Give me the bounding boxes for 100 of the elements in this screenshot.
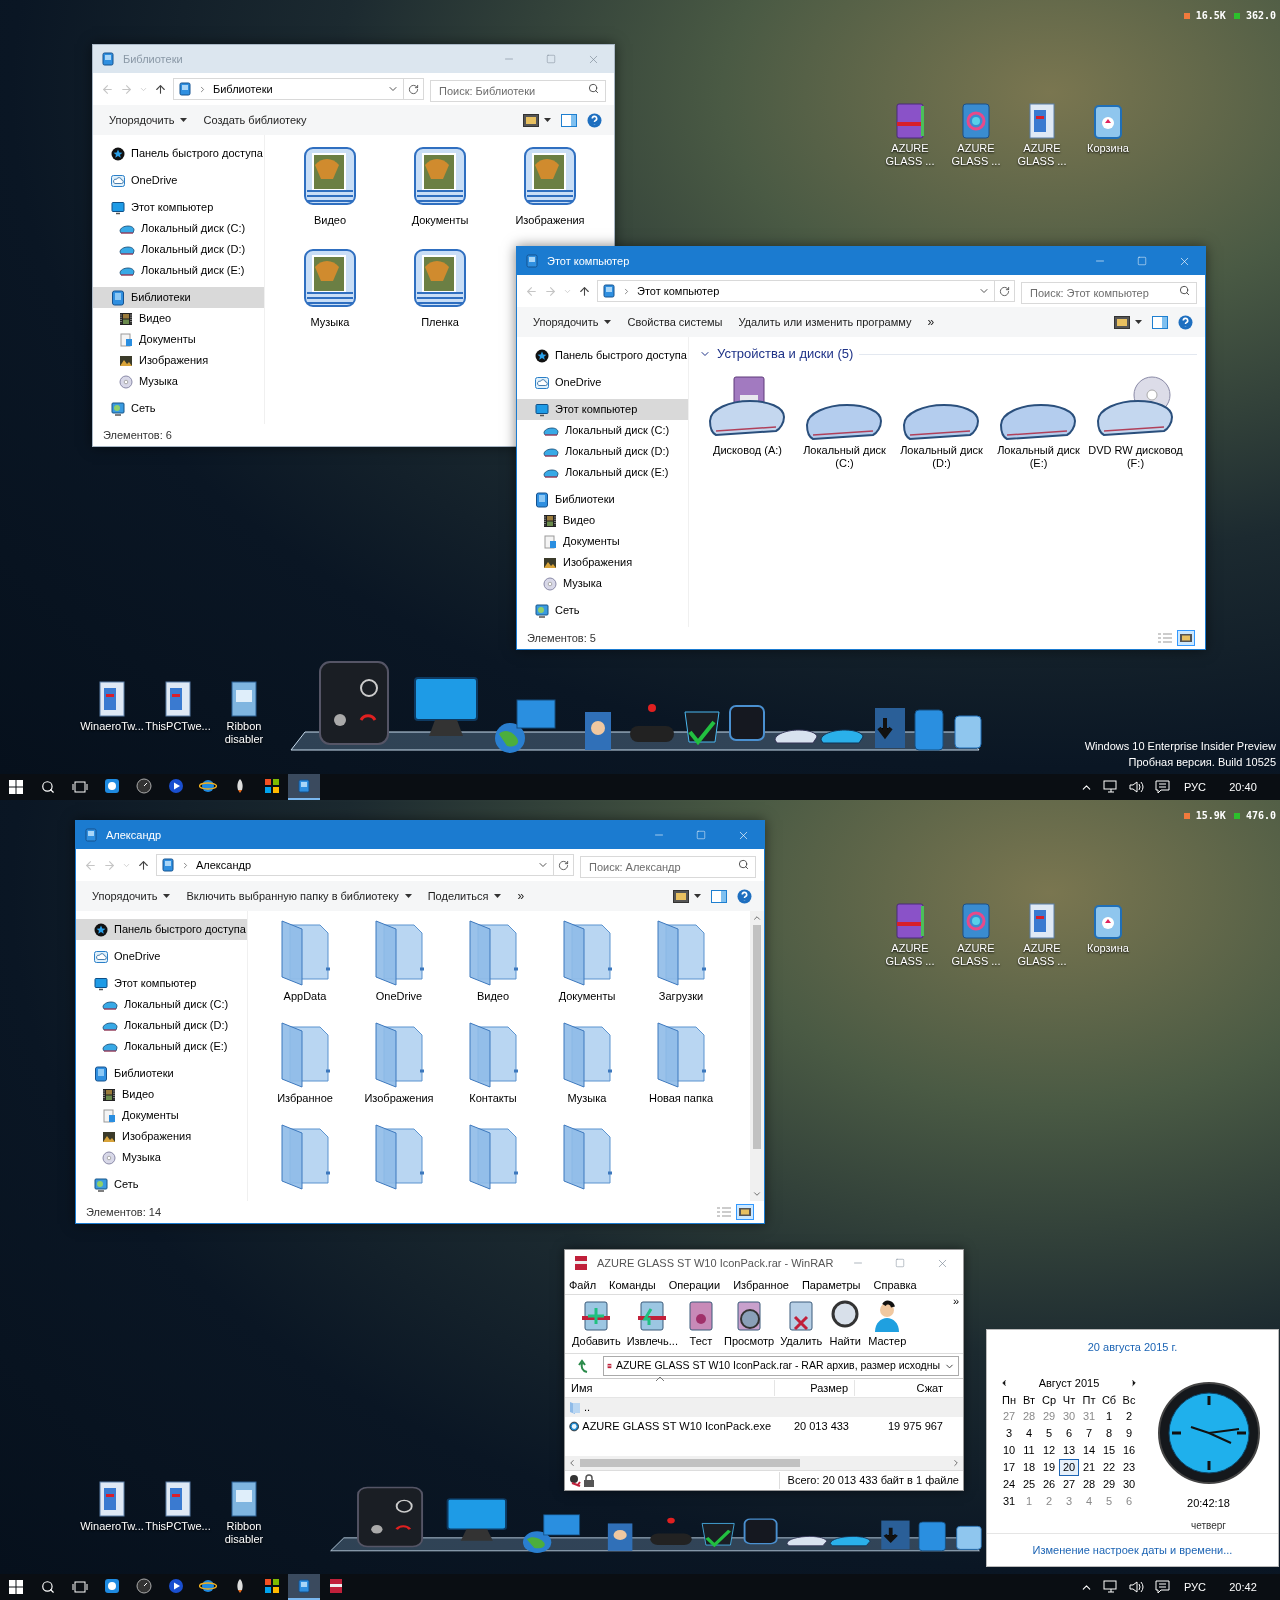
- calendar-day[interactable]: 3: [1059, 1493, 1079, 1511]
- file-item[interactable]: AppData: [258, 917, 352, 1019]
- calendar-day[interactable]: 23: [1119, 1459, 1139, 1477]
- calendar-day[interactable]: 17: [999, 1459, 1019, 1477]
- date-link[interactable]: 20 августа 2015 г.: [1087, 1339, 1178, 1356]
- input-language-button[interactable]: РУС: [1179, 1578, 1210, 1596]
- nav-item[interactable]: Локальный диск (D:): [93, 239, 264, 260]
- command-button[interactable]: Удалить или изменить программу: [730, 311, 920, 333]
- file-item[interactable]: Новая папка: [634, 1019, 728, 1121]
- file-item[interactable]: Изображения: [352, 1019, 446, 1121]
- nav-item[interactable]: Видео: [517, 510, 688, 531]
- nav-item[interactable]: Локальный диск (E:): [517, 462, 688, 483]
- calendar-day[interactable]: 24: [999, 1476, 1019, 1494]
- calendar-day[interactable]: 4: [1019, 1425, 1039, 1443]
- volume-button[interactable]: [1128, 780, 1145, 794]
- calendar-day[interactable]: 5: [1039, 1425, 1059, 1443]
- large-icons-view-button[interactable]: [1177, 630, 1195, 646]
- nav-item[interactable]: Библиотеки: [93, 287, 264, 308]
- desktop-shortcut[interactable]: ThisPCTwe...: [146, 680, 210, 746]
- calendar-day[interactable]: 25: [1019, 1476, 1039, 1494]
- nav-item[interactable]: Локальный диск (C:): [93, 218, 264, 239]
- desktop-shortcut[interactable]: WinaeroTw...: [80, 680, 144, 746]
- menu-item[interactable]: Команды: [609, 1276, 656, 1294]
- taskbar-app[interactable]: [288, 1574, 320, 1600]
- calendar-day[interactable]: 14: [1079, 1442, 1099, 1460]
- calendar-day[interactable]: 6: [1119, 1493, 1139, 1511]
- toolbar-button[interactable]: Добавить: [569, 1295, 624, 1353]
- nav-item[interactable]: Документы: [76, 1105, 247, 1126]
- nav-item[interactable]: Локальный диск (C:): [76, 994, 247, 1015]
- column-header[interactable]: Имя: [565, 1379, 775, 1397]
- nav-item[interactable]: Сеть: [93, 398, 264, 419]
- nav-item[interactable]: Панель быстрого доступа: [517, 345, 688, 366]
- nav-item[interactable]: OneDrive: [76, 946, 247, 967]
- more-button[interactable]: »: [509, 887, 533, 905]
- file-item[interactable]: Музыка: [540, 1019, 634, 1121]
- calendar-day[interactable]: 15: [1099, 1442, 1119, 1460]
- preview-pane-button[interactable]: [1152, 315, 1168, 329]
- nav-item[interactable]: Локальный диск (C:): [517, 420, 688, 441]
- notifications-button[interactable]: [1154, 1580, 1170, 1594]
- nav-item[interactable]: Локальный диск (E:): [76, 1036, 247, 1057]
- nav-item[interactable]: Музыка: [93, 371, 264, 392]
- calendar-day[interactable]: 19: [1039, 1459, 1059, 1477]
- nav-item[interactable]: Библиотеки: [76, 1063, 247, 1084]
- calendar-day[interactable]: 9: [1119, 1425, 1139, 1443]
- vertical-scrollbar[interactable]: [750, 911, 764, 1201]
- calendar-day[interactable]: 20: [1059, 1459, 1079, 1477]
- toolbar-button[interactable]: Мастер: [865, 1295, 910, 1353]
- calendar-day[interactable]: 18: [1019, 1459, 1039, 1477]
- desktop-shortcut[interactable]: ThisPCTwe...: [146, 1480, 210, 1546]
- change-view-button[interactable]: [1114, 315, 1142, 329]
- calendar-day[interactable]: 11: [1019, 1442, 1039, 1460]
- nav-item[interactable]: Локальный диск (D:): [517, 441, 688, 462]
- command-button[interactable]: Свойства системы: [619, 311, 731, 333]
- calendar-day[interactable]: 3: [999, 1425, 1019, 1443]
- menu-item[interactable]: Избранное: [733, 1276, 789, 1294]
- calendar-day[interactable]: 16: [1119, 1442, 1139, 1460]
- nav-item[interactable]: Изображения: [93, 350, 264, 371]
- command-button[interactable]: Упорядочить: [84, 885, 179, 907]
- file-item[interactable]: Документы: [540, 917, 634, 1019]
- menu-item[interactable]: Параметры: [801, 1276, 861, 1294]
- clock-button[interactable]: 20:40: [1220, 778, 1266, 796]
- desktop-shortcut[interactable]: AZURE GLASS ...: [1010, 902, 1074, 968]
- file-item[interactable]: Локальный диск (D:): [893, 371, 990, 473]
- clock-button[interactable]: 20:42: [1220, 1578, 1266, 1596]
- command-button[interactable]: Упорядочить: [101, 109, 196, 131]
- file-item[interactable]: Избранное: [258, 1019, 352, 1121]
- command-button[interactable]: Поделиться: [419, 885, 510, 907]
- file-item[interactable]: Изображения: [495, 141, 605, 243]
- calendar-day[interactable]: 5: [1099, 1493, 1119, 1511]
- column-header[interactable]: Сжат: [855, 1379, 949, 1397]
- help-button[interactable]: [1178, 314, 1193, 330]
- calendar-day[interactable]: 30: [1119, 1476, 1139, 1494]
- command-button[interactable]: Включить выбранную папку в библиотеку: [178, 885, 420, 907]
- path-dropdown[interactable]: AZURE GLASS ST W10 IconPack.rar - RAR архив, размер исходны: [603, 1356, 959, 1376]
- nav-item[interactable]: Изображения: [517, 552, 688, 573]
- network-button[interactable]: [1102, 780, 1119, 794]
- desktop-shortcut[interactable]: AZURE GLASS ...: [878, 102, 942, 168]
- desktop-shortcut[interactable]: AZURE GLASS ...: [878, 902, 942, 968]
- desktop-shortcut[interactable]: WinaeroTw...: [80, 1480, 144, 1546]
- file-item[interactable]: Контакты: [446, 1019, 540, 1121]
- toolbar-button[interactable]: Найти: [825, 1295, 866, 1353]
- file-item[interactable]: Видео: [275, 141, 385, 243]
- file-row[interactable]: ..: [565, 1398, 963, 1417]
- toolbar-button[interactable]: Тест: [680, 1295, 721, 1353]
- file-item[interactable]: DVD RW дисковод (F:): [1087, 371, 1184, 473]
- change-view-button[interactable]: [523, 113, 551, 127]
- calendar-day[interactable]: 27: [1059, 1476, 1079, 1494]
- nav-item[interactable]: Этот компьютер: [76, 973, 247, 994]
- search-field[interactable]: Поиск: Этот компьютер: [1021, 282, 1197, 304]
- file-item[interactable]: Документы: [385, 141, 495, 243]
- nav-item[interactable]: Видео: [76, 1084, 247, 1105]
- desktop-shortcut[interactable]: Корзина: [1076, 902, 1140, 968]
- search-field[interactable]: Поиск: Александр: [580, 856, 756, 878]
- nav-item[interactable]: Документы: [93, 329, 264, 350]
- nav-item[interactable]: Локальный диск (D:): [76, 1015, 247, 1036]
- nav-item[interactable]: Документы: [517, 531, 688, 552]
- nav-item[interactable]: Этот компьютер: [93, 197, 264, 218]
- calendar-day[interactable]: 1: [1019, 1493, 1039, 1511]
- network-button[interactable]: [1102, 1580, 1119, 1594]
- nav-item[interactable]: Музыка: [76, 1147, 247, 1168]
